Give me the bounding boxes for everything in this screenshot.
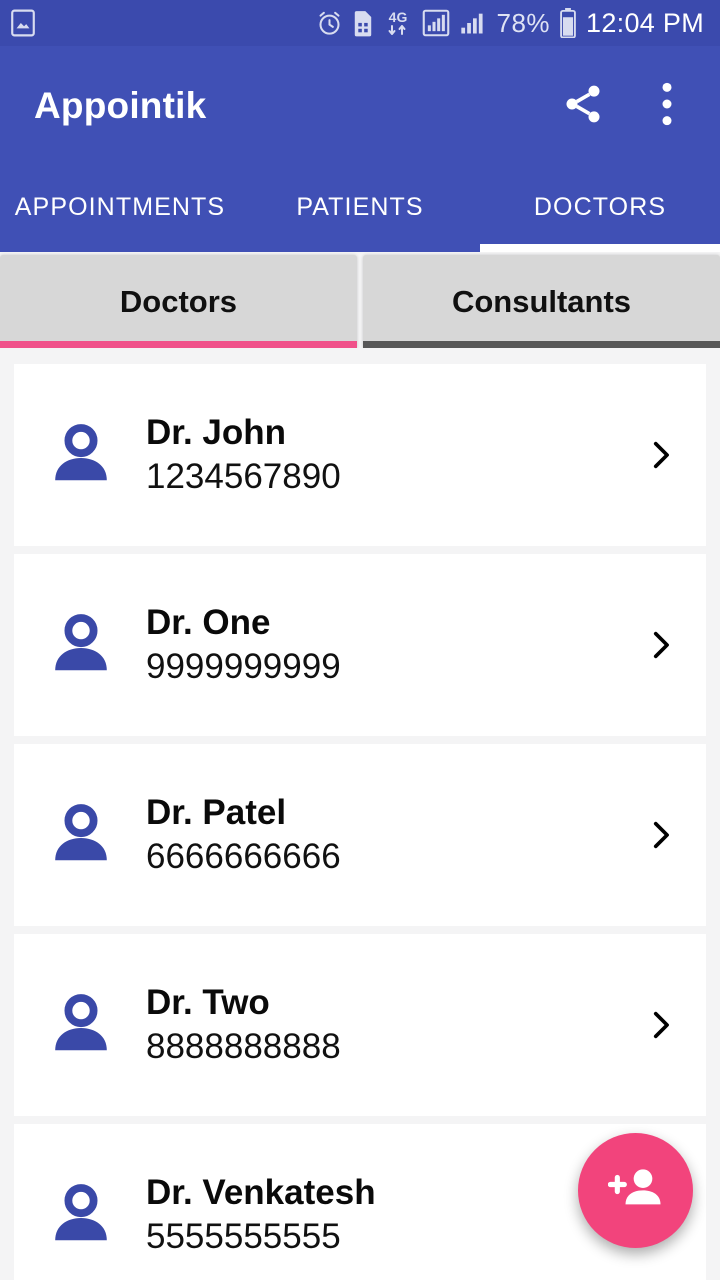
doctor-info: Dr. One 9999999999: [146, 603, 341, 687]
add-doctor-fab[interactable]: [578, 1133, 693, 1248]
doctor-name: Dr. Two: [146, 983, 270, 1023]
tab-appointments[interactable]: APPOINTMENTS: [0, 166, 240, 252]
person-outline-icon: [44, 419, 118, 491]
tab-appointments-label: APPOINTMENTS: [14, 192, 226, 221]
signal-sim1-icon: [422, 9, 450, 37]
app-screen: 4G 78% 12:04 PM Appointik APPOINTMENTS P…: [0, 0, 720, 1280]
status-bar-system-icons: 4G 78% 12:04 PM: [316, 8, 704, 39]
doctor-name: Dr. One: [146, 603, 271, 643]
4g-data-icon: 4G: [383, 8, 413, 38]
signal-sim2-icon: [459, 9, 487, 37]
subtab-doctors[interactable]: Doctors: [0, 255, 357, 348]
chevron-right-icon[interactable]: [638, 438, 682, 472]
subtab-doctors-label: Doctors: [119, 283, 238, 319]
doctor-phone: 8888888888: [146, 1026, 341, 1066]
chevron-right-icon[interactable]: [638, 1008, 682, 1042]
tab-patients[interactable]: PATIENTS: [240, 166, 480, 252]
app-bar: Appointik: [0, 46, 720, 166]
doctor-info: Dr. John 1234567890: [146, 413, 341, 497]
doctor-info: Dr. Patel 6666666666: [146, 793, 341, 877]
subtab-consultants-label: Consultants: [451, 283, 632, 319]
person-outline-icon: [44, 799, 118, 871]
subtab-consultants[interactable]: Consultants: [363, 255, 720, 348]
doctor-list-item[interactable]: Dr. Two 8888888888: [14, 934, 706, 1116]
doctor-name: Dr. Venkatesh: [146, 1173, 376, 1213]
svg-text:4G: 4G: [389, 9, 408, 25]
person-outline-icon: [44, 1179, 118, 1251]
overflow-menu-button[interactable]: [638, 77, 696, 135]
subtab-consultants-indicator: [363, 341, 720, 348]
main-tab-bar: APPOINTMENTS PATIENTS DOCTORS: [0, 166, 720, 252]
doctor-info: Dr. Two 8888888888: [146, 983, 341, 1067]
doctor-info: Dr. Venkatesh 5555555555: [146, 1173, 376, 1257]
clock-label: 12:04 PM: [586, 7, 704, 38]
status-bar-notifications: [10, 9, 36, 37]
chevron-right-icon[interactable]: [638, 628, 682, 662]
person-outline-icon: [44, 609, 118, 681]
doctor-phone: 5555555555: [146, 1216, 341, 1256]
tab-patients-label: PATIENTS: [296, 192, 424, 221]
alarm-icon: [316, 10, 343, 37]
app-bar-actions: [554, 77, 696, 135]
battery-percent-label: 78%: [496, 7, 551, 38]
person-add-icon: [607, 1160, 664, 1221]
person-outline-icon: [44, 989, 118, 1061]
share-icon: [561, 82, 605, 131]
tab-doctors[interactable]: DOCTORS: [480, 166, 720, 252]
tab-doctors-label: DOCTORS: [533, 192, 667, 221]
sub-tab-bar: Doctors Consultants: [0, 252, 720, 348]
share-button[interactable]: [554, 77, 612, 135]
doctor-phone: 6666666666: [146, 836, 341, 876]
doctor-list-item[interactable]: Dr. John 1234567890: [14, 364, 706, 546]
doctor-list-item[interactable]: Dr. Patel 6666666666: [14, 744, 706, 926]
page-title: Appointik: [34, 85, 207, 126]
doctor-list-item[interactable]: Dr. One 9999999999: [14, 554, 706, 736]
doctor-name: Dr. Patel: [146, 793, 287, 833]
status-bar: 4G 78% 12:04 PM: [0, 0, 720, 46]
image-icon: [10, 9, 36, 37]
sim-card-icon: [352, 10, 374, 37]
more-vertical-icon: [662, 82, 672, 131]
chevron-right-icon[interactable]: [638, 818, 682, 852]
battery-icon: [559, 8, 577, 38]
doctor-name: Dr. John: [146, 413, 287, 453]
doctor-phone: 9999999999: [146, 646, 341, 686]
subtab-doctors-indicator: [0, 341, 357, 348]
doctor-phone: 1234567890: [146, 456, 341, 496]
